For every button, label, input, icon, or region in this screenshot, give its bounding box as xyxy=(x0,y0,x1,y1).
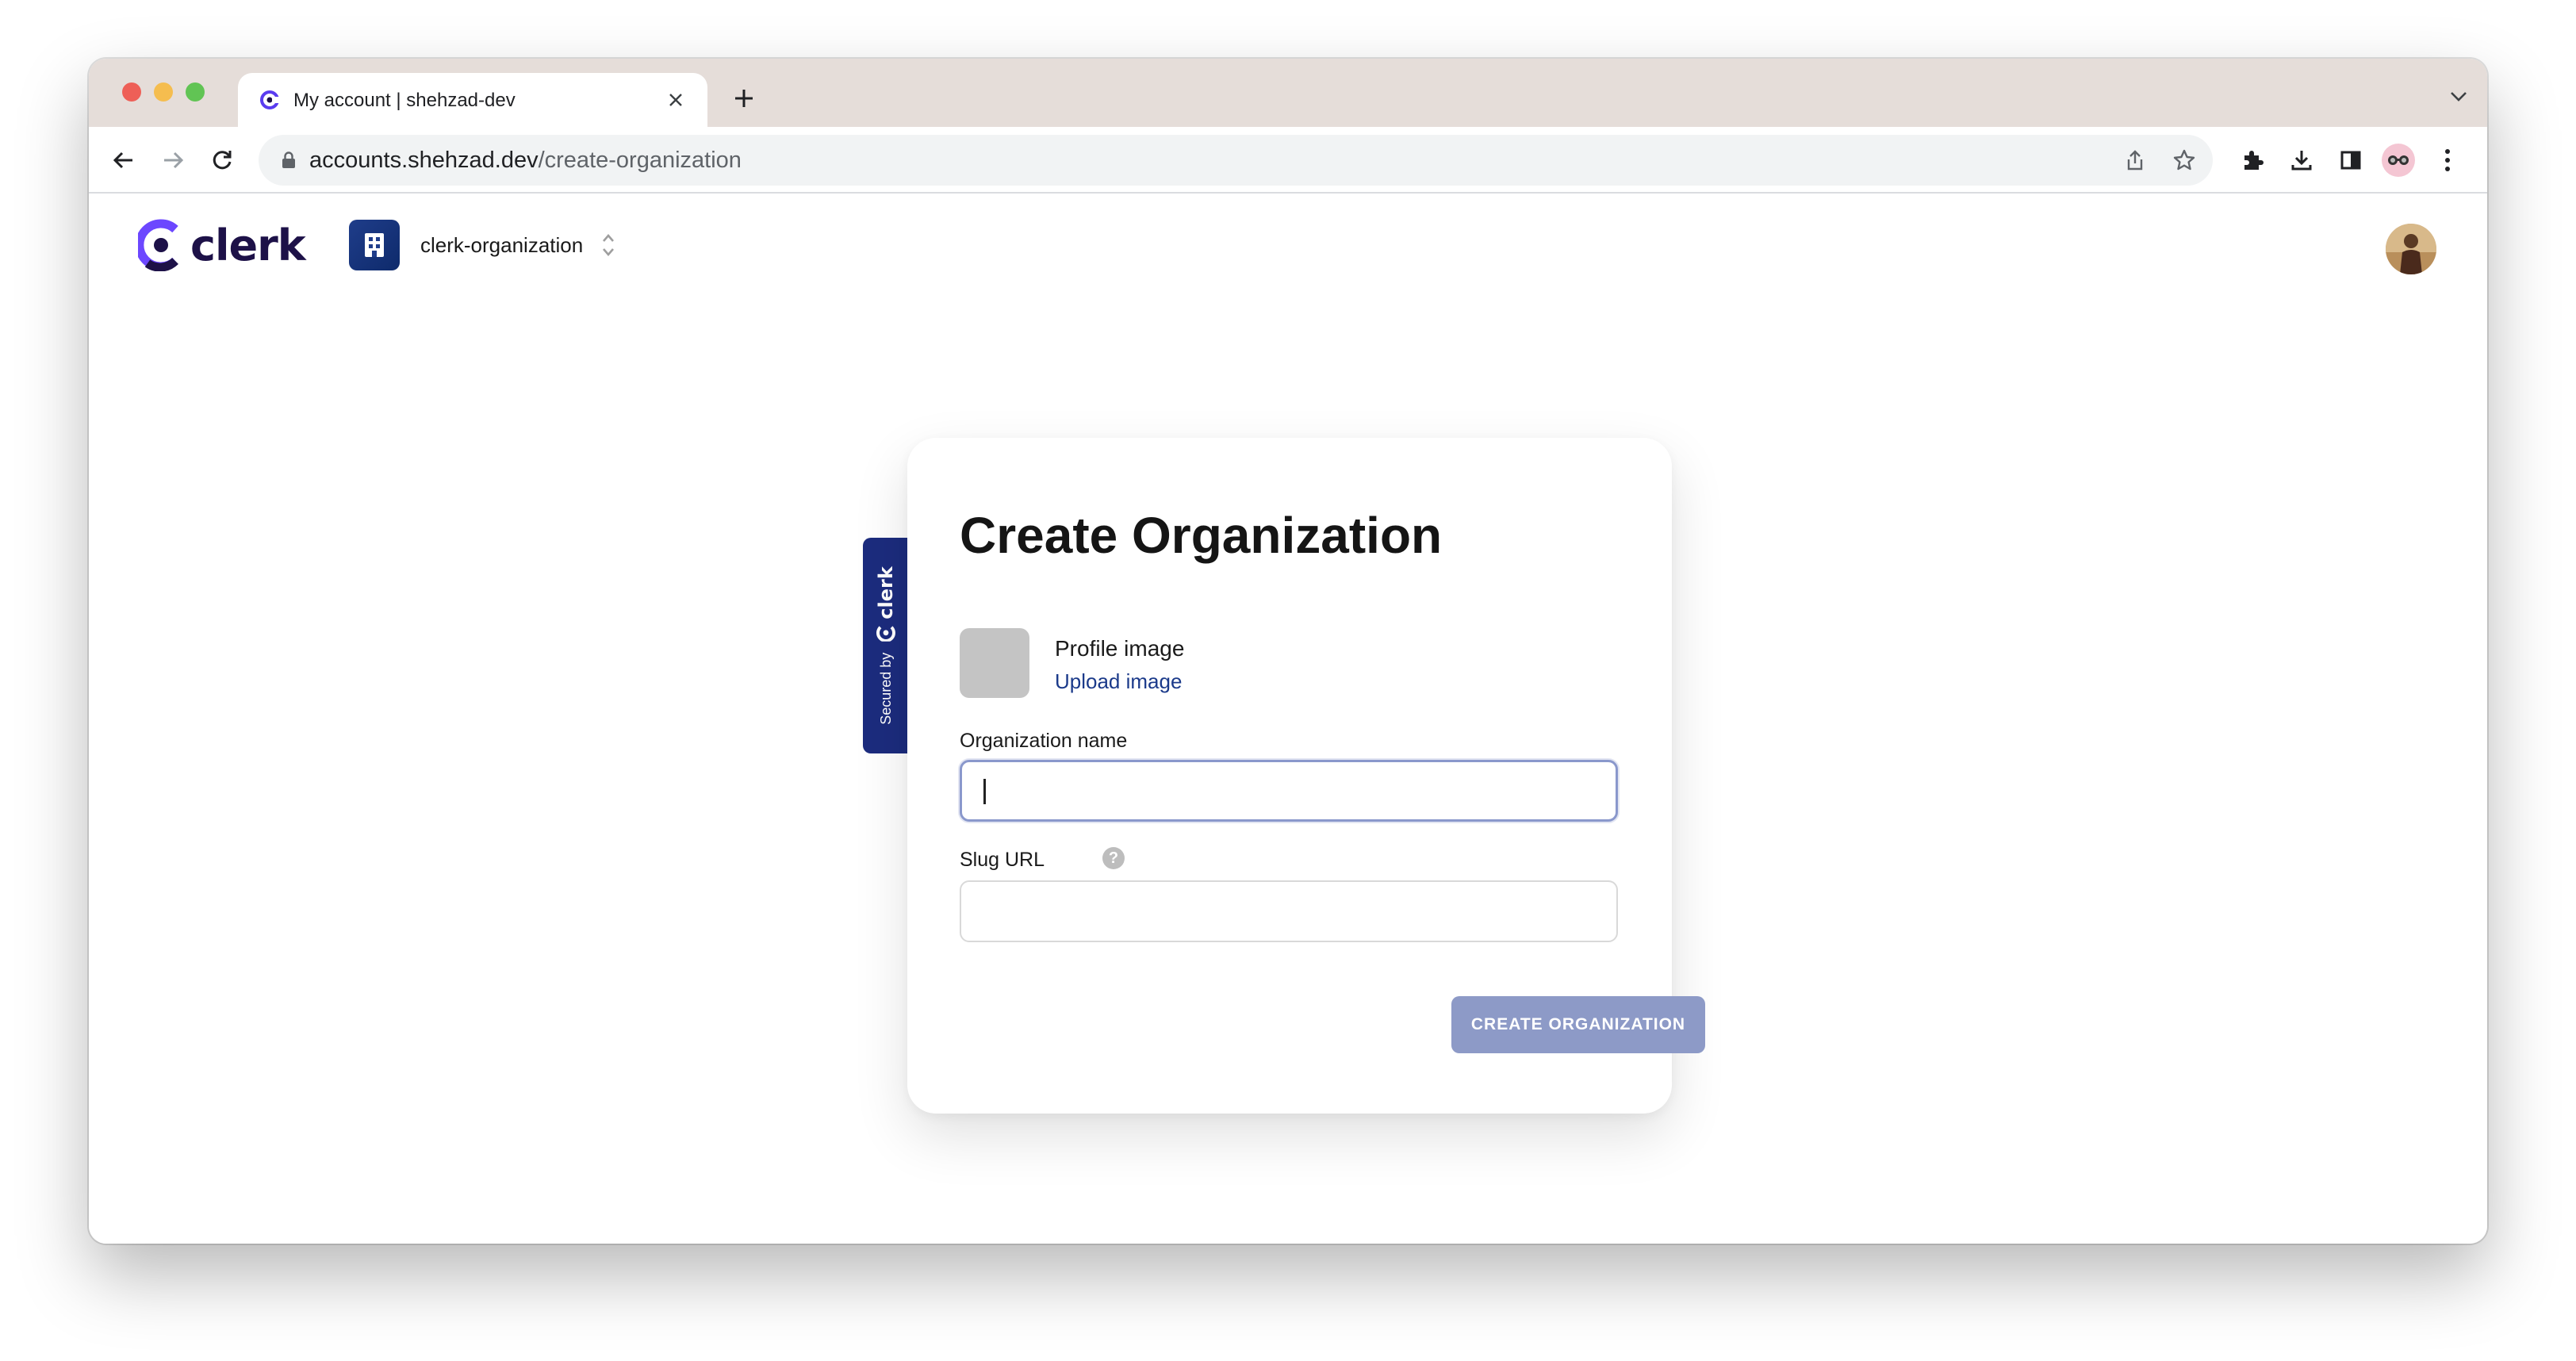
browser-tab-active[interactable]: My account | shehzad-dev xyxy=(238,73,707,127)
browser-window: My account | shehzad-dev accounts.shehza… xyxy=(89,59,2487,1244)
help-icon[interactable]: ? xyxy=(1102,847,1125,869)
clerk-logo[interactable]: clerk xyxy=(138,219,306,271)
org-avatar xyxy=(349,220,400,270)
new-tab-icon[interactable] xyxy=(719,73,769,124)
clerk-badge-logo-icon xyxy=(876,626,895,642)
minimize-window-button[interactable] xyxy=(154,82,173,102)
profile-image-placeholder[interactable] xyxy=(960,628,1029,698)
create-organization-button[interactable]: CREATE ORGANIZATION xyxy=(1451,996,1705,1053)
puzzle-icon[interactable] xyxy=(2233,141,2271,179)
share-icon[interactable] xyxy=(2121,146,2149,174)
download-icon[interactable] xyxy=(2283,141,2321,179)
page-title: Create Organization xyxy=(960,507,1443,564)
text-caret xyxy=(983,779,986,804)
slug-url-field[interactable] xyxy=(960,880,1618,942)
organization-switcher[interactable]: clerk-organization xyxy=(349,219,616,271)
clerk-wordmark: clerk xyxy=(190,220,306,270)
profile-image-label: Profile image xyxy=(1055,636,1185,661)
address-bar[interactable]: accounts.shehzad.dev/create-organization xyxy=(259,135,2213,186)
close-window-button[interactable] xyxy=(122,82,141,102)
tab-search-chevron-down-icon[interactable] xyxy=(2446,84,2471,109)
slug-url-label: Slug URL xyxy=(960,849,1045,871)
url-text: accounts.shehzad.dev/create-organization xyxy=(309,148,742,174)
user-avatar[interactable] xyxy=(2386,224,2436,274)
create-organization-card: Create Organization Profile image Upload… xyxy=(907,438,1705,1114)
url-path: /create-organization xyxy=(538,148,742,173)
org-name-label: Organization name xyxy=(960,730,1128,752)
secured-brand: clerk xyxy=(875,566,897,619)
profile-glasses-icon[interactable] xyxy=(2379,141,2417,179)
kebab-menu-icon[interactable] xyxy=(2428,141,2467,179)
tab-title: My account | shehzad-dev xyxy=(293,90,516,111)
secured-by-clerk-badge[interactable]: Secured by clerk xyxy=(863,538,909,753)
url-host: accounts.shehzad.dev xyxy=(309,148,539,173)
close-tab-icon[interactable] xyxy=(663,87,688,113)
chevron-up-down-icon xyxy=(603,234,615,256)
tab-bar: My account | shehzad-dev xyxy=(89,59,2487,127)
secured-by-text: Secured by xyxy=(877,652,894,725)
page-content: clerk clerk-organization Secured by cler… xyxy=(89,195,2487,1244)
building-icon xyxy=(365,233,384,257)
sidepanel-icon[interactable] xyxy=(2332,141,2370,179)
arrow-right-icon[interactable] xyxy=(154,141,192,179)
clerk-logo-icon xyxy=(138,219,178,271)
org-name-field[interactable] xyxy=(960,760,1618,822)
arrow-left-icon[interactable] xyxy=(105,141,143,179)
star-icon[interactable] xyxy=(2170,146,2198,174)
upload-image-link[interactable]: Upload image xyxy=(1055,669,1182,694)
reload-icon[interactable] xyxy=(203,141,241,179)
org-name: clerk-organization xyxy=(420,232,584,257)
browser-toolbar: accounts.shehzad.dev/create-organization xyxy=(89,127,2487,194)
maximize-window-button[interactable] xyxy=(186,82,205,102)
lock-icon xyxy=(282,151,295,168)
clerk-favicon-icon xyxy=(260,90,279,109)
